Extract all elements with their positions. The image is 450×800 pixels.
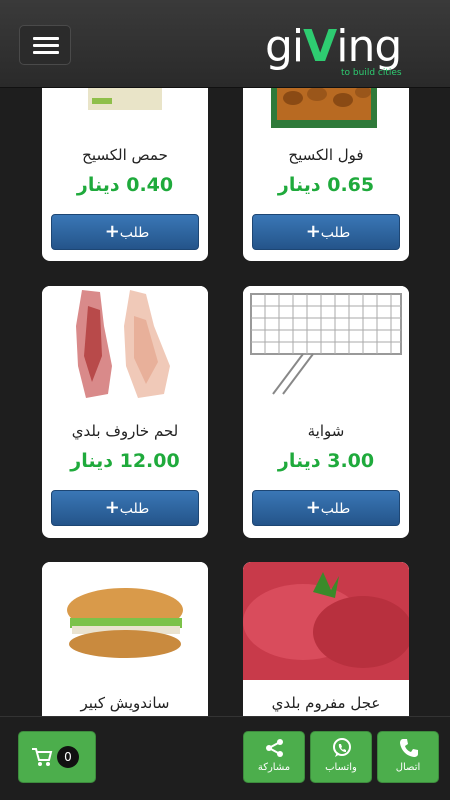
product-card[interactable]: فول الكسيح 0.65 دينار طلب+ [243, 88, 409, 261]
share-label: مشاركة [257, 762, 291, 773]
top-navbar: giVing to build cities [0, 0, 450, 88]
plus-icon: + [104, 221, 120, 242]
product-card[interactable]: حمص الكسيح 0.40 دينار طلب+ [42, 88, 208, 261]
product-name: ساندويش كبير [80, 694, 170, 712]
menu-bar-icon [33, 44, 59, 47]
whatsapp-icon [333, 738, 351, 757]
cart-icon [32, 748, 53, 766]
order-button[interactable]: طلب+ [51, 214, 199, 250]
cart-button[interactable]: 0 [18, 731, 96, 783]
phone-icon [400, 739, 418, 757]
bottom-action-bar: 0 مشاركة واتساب اتصال [0, 716, 450, 800]
whatsapp-label: واتساب [325, 762, 357, 773]
logo-tagline: to build cities [341, 68, 402, 78]
share-icon [266, 739, 283, 757]
product-price: 0.65 دينار [277, 174, 375, 196]
share-button[interactable]: مشاركة [243, 731, 305, 783]
minced-beef-image [243, 562, 409, 680]
order-button[interactable]: طلب+ [51, 490, 199, 526]
grill-rack-image [243, 286, 409, 404]
product-price: 0.40 دينار [76, 174, 174, 196]
product-name: فول الكسيح [288, 146, 364, 164]
product-card[interactable]: عجل مفروم بلدي [243, 562, 409, 716]
product-price: 3.00 دينار [277, 450, 375, 472]
plus-icon: + [104, 497, 120, 518]
product-name: حمص الكسيح [82, 146, 168, 164]
plus-icon: + [305, 221, 321, 242]
cart-count-badge: 0 [57, 746, 79, 768]
call-label: اتصال [395, 762, 421, 773]
menu-bar-icon [33, 37, 59, 40]
plus-icon: + [305, 497, 321, 518]
chickpeas-can-image [42, 88, 208, 130]
product-card[interactable]: لحم خاروف بلدي 12.00 دينار طلب+ [42, 286, 208, 538]
lamb-carcass-image [42, 286, 208, 404]
product-name: لحم خاروف بلدي [71, 422, 179, 440]
fava-beans-can-image [243, 88, 409, 130]
order-button[interactable]: طلب+ [252, 214, 400, 250]
product-name: شواية [307, 422, 345, 440]
call-button[interactable]: اتصال [377, 731, 439, 783]
product-card[interactable]: شواية 3.00 دينار طلب+ [243, 286, 409, 538]
menu-bar-icon [33, 51, 59, 54]
whatsapp-button[interactable]: واتساب [310, 731, 372, 783]
product-name: عجل مفروم بلدي [271, 694, 381, 712]
logo-wordmark: giVing [265, 21, 402, 72]
product-grid: حمص الكسيح 0.40 دينار طلب+ فول الكسيح 0.… [0, 88, 450, 716]
giving-logo[interactable]: giVing to build cities [265, 22, 435, 82]
hamburger-menu-button[interactable] [19, 25, 71, 65]
product-price: 12.00 دينار [70, 450, 180, 472]
order-button[interactable]: طلب+ [252, 490, 400, 526]
sandwich-image [42, 562, 208, 680]
product-card[interactable]: ساندويش كبير [42, 562, 208, 716]
